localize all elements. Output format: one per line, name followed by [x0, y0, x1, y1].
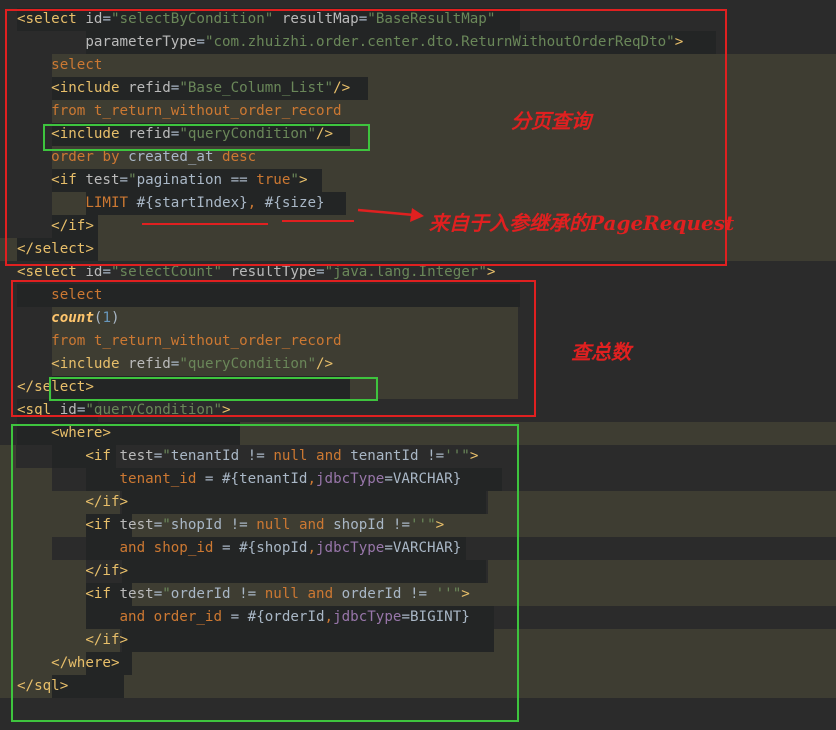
limit-underline	[142, 223, 268, 225]
include-highlight-box-2	[49, 377, 378, 401]
line-highlight	[488, 491, 836, 514]
include-highlight-box-1	[43, 124, 370, 151]
line-highlight	[494, 629, 836, 652]
paging-query-note: 分页查询	[511, 109, 591, 133]
total-count-note: 查总数	[571, 340, 631, 364]
sql-fragment-box	[11, 424, 519, 722]
size-underline	[282, 220, 354, 222]
arrow-icon	[357, 208, 424, 222]
line-highlight	[488, 560, 836, 583]
page-request-note: 来自于入参继承的PageRequest	[429, 211, 735, 235]
